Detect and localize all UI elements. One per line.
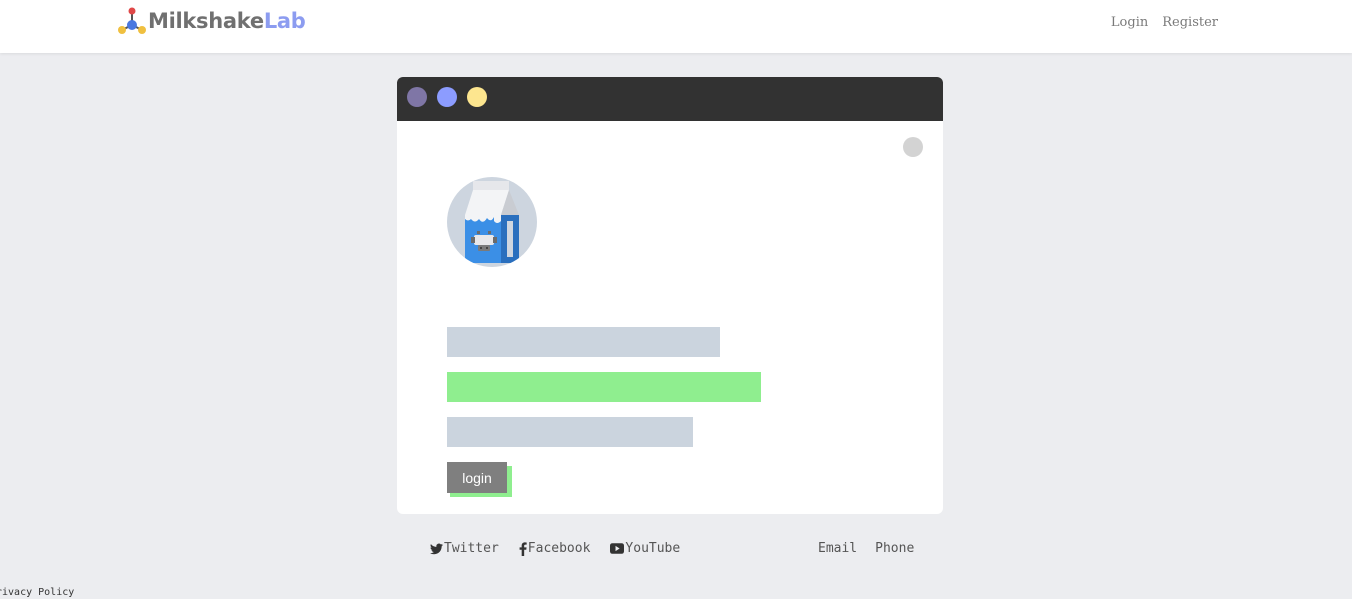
brand-name: MilkshakeLab xyxy=(148,9,306,33)
window-titlebar xyxy=(397,77,943,121)
top-header: MilkshakeLab Login Register xyxy=(0,0,1352,53)
placeholder-bar-1 xyxy=(447,327,720,357)
twitter-link[interactable]: Twitter xyxy=(430,541,499,556)
youtube-link[interactable]: YouTube xyxy=(610,541,680,556)
twitter-label: Twitter xyxy=(444,541,499,556)
milk-carton-icon xyxy=(465,181,519,263)
molecule-logo-icon xyxy=(118,7,146,34)
nav-register-link[interactable]: Register xyxy=(1162,15,1218,30)
traffic-light-blue[interactable] xyxy=(437,87,457,107)
twitter-icon xyxy=(430,543,443,554)
nav-login-link[interactable]: Login xyxy=(1111,15,1148,30)
traffic-light-yellow[interactable] xyxy=(467,87,487,107)
facebook-label: Facebook xyxy=(527,541,591,556)
youtube-label: YouTube xyxy=(625,541,681,556)
facebook-link[interactable]: Facebook xyxy=(519,541,591,556)
login-button[interactable]: login xyxy=(447,462,507,493)
placeholder-bar-2 xyxy=(447,372,761,402)
brand-logo[interactable]: MilkshakeLab xyxy=(116,5,306,37)
login-window: login xyxy=(397,77,943,514)
social-links: Twitter Facebook YouTube xyxy=(430,541,700,556)
facebook-icon xyxy=(519,541,527,556)
avatar xyxy=(447,177,537,267)
close-icon[interactable] xyxy=(903,137,923,157)
brand-name-part1: Milkshake xyxy=(148,9,264,33)
traffic-light-purple[interactable] xyxy=(407,87,427,107)
email-link[interactable]: Email xyxy=(818,541,857,556)
youtube-icon xyxy=(610,543,625,554)
privacy-policy-link[interactable]: rivacy Policy xyxy=(0,587,74,598)
phone-link[interactable]: Phone xyxy=(875,541,914,556)
placeholder-bar-3 xyxy=(447,417,693,447)
contact-links: Email Phone xyxy=(818,541,914,556)
brand-name-part2: Lab xyxy=(263,9,306,33)
top-nav: Login Register xyxy=(1111,15,1218,30)
